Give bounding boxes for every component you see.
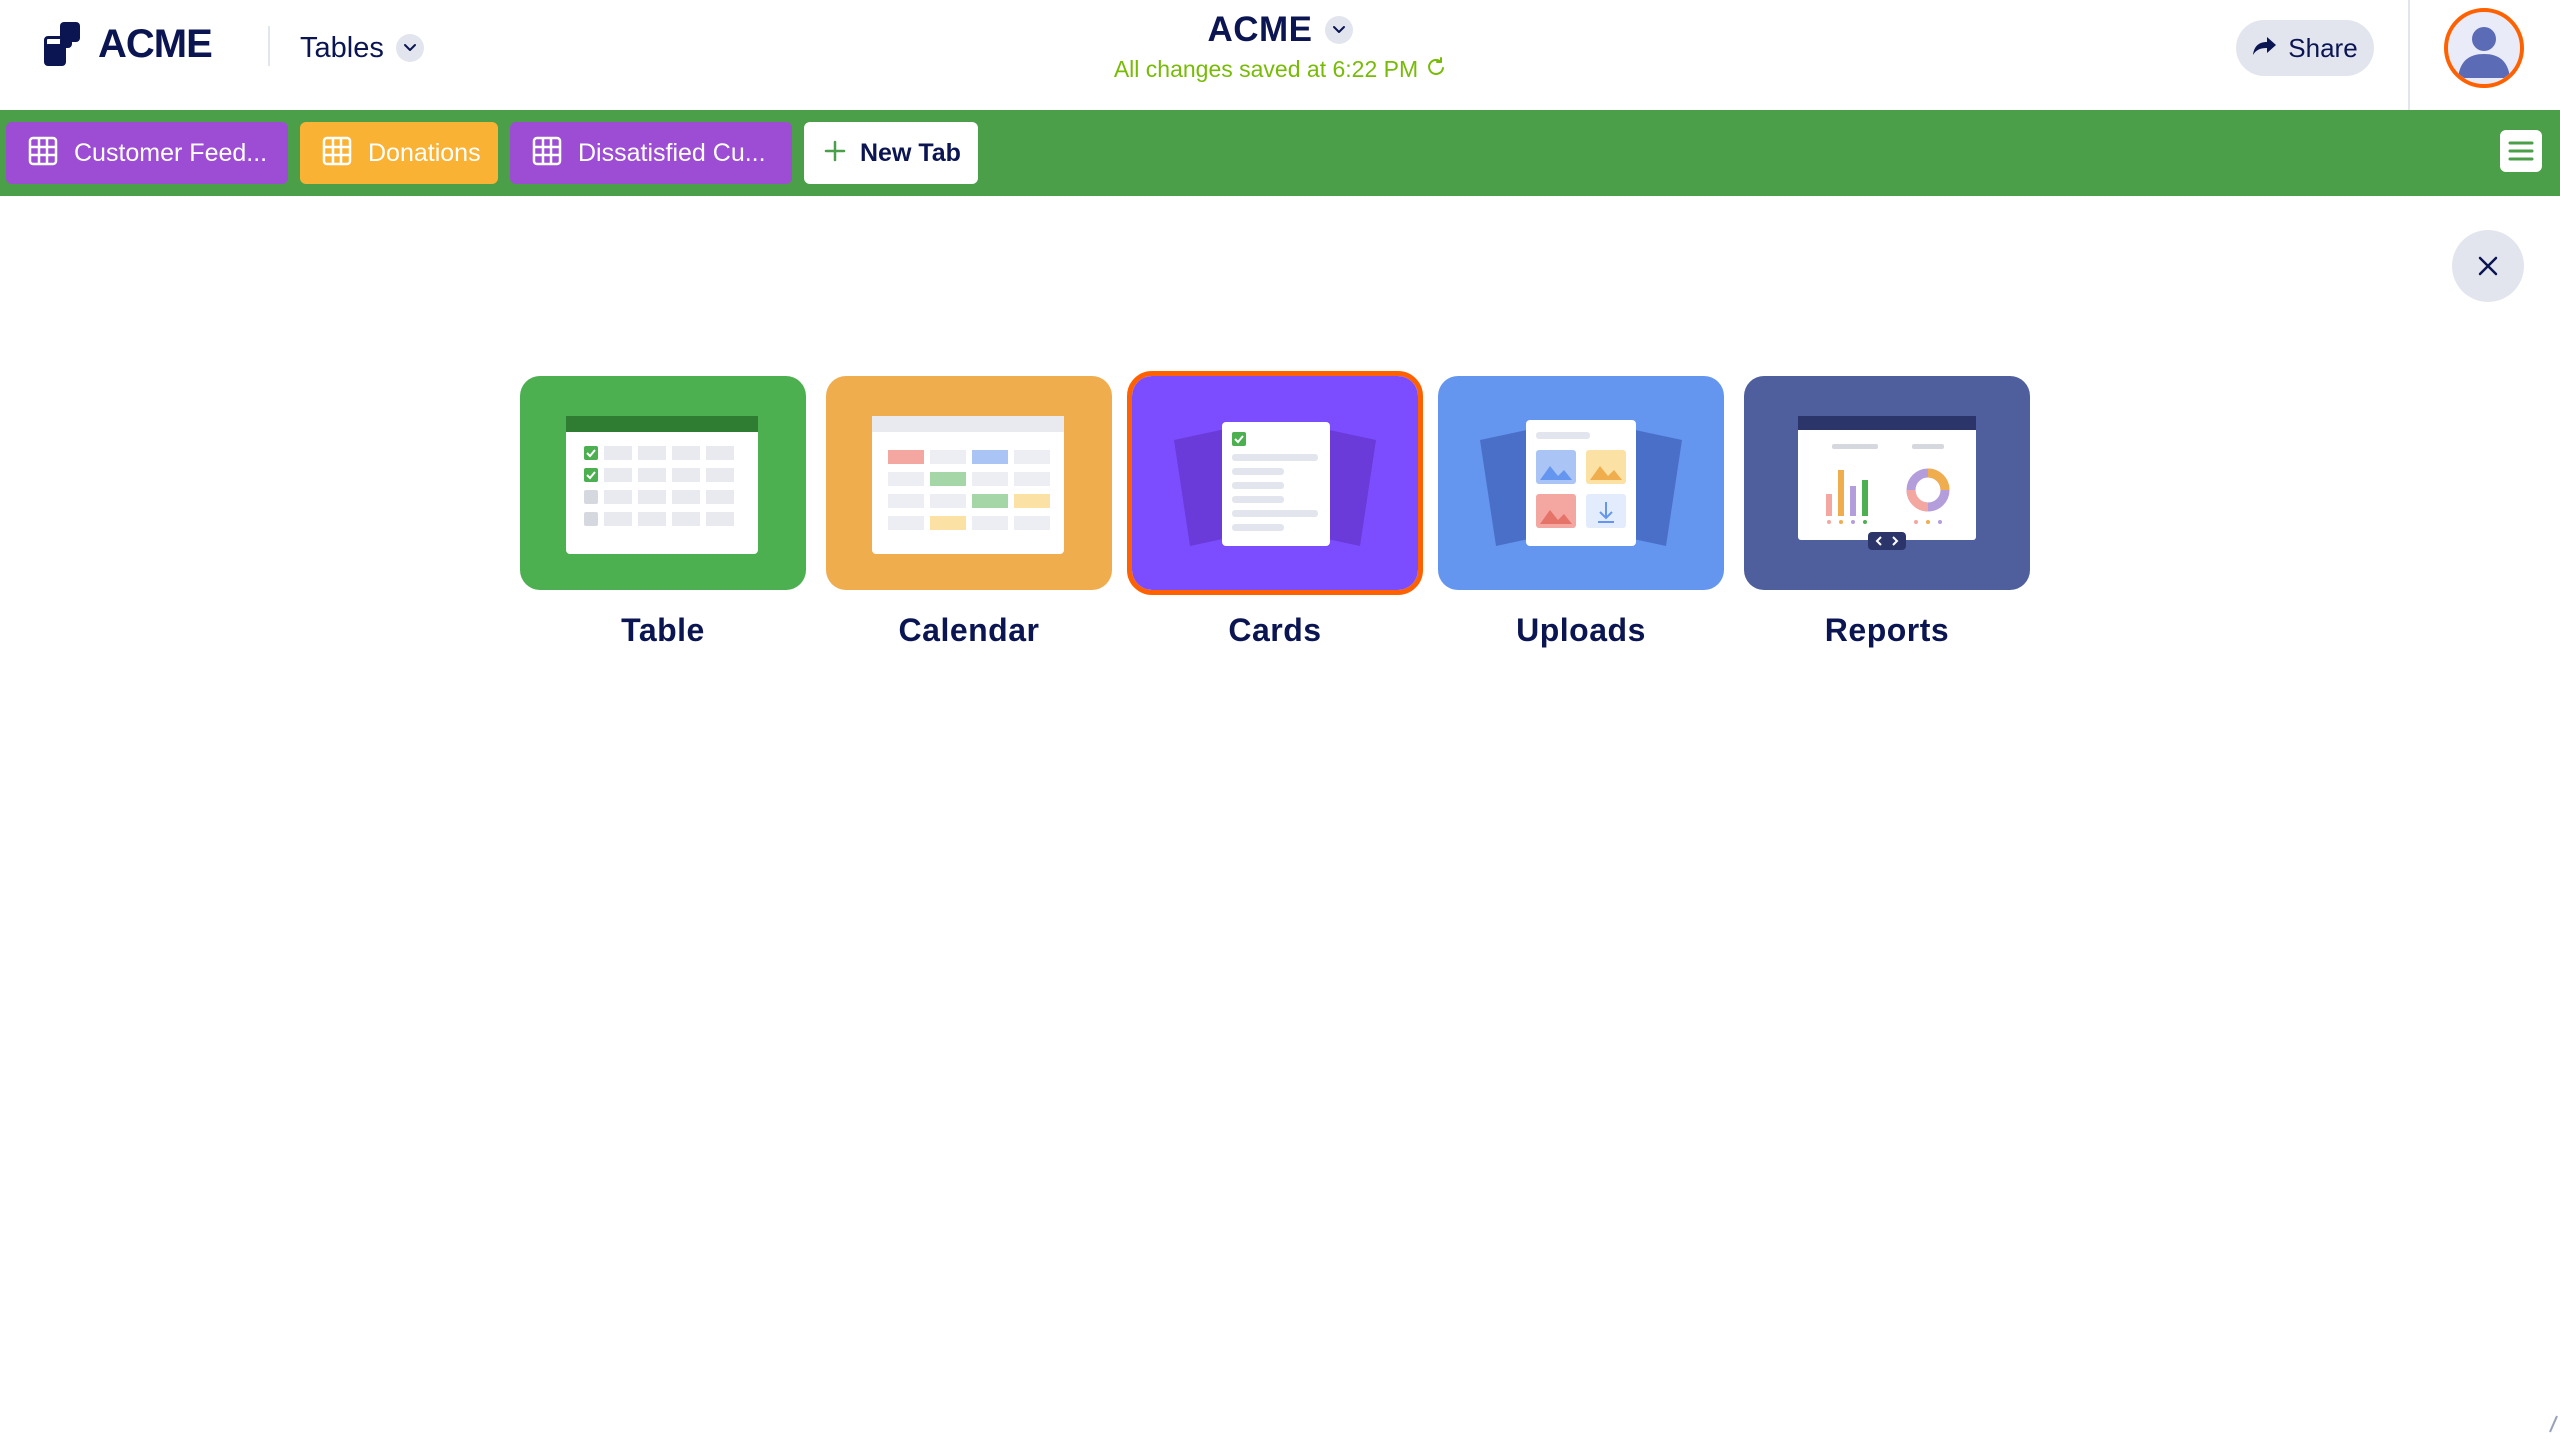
- new-tab-button[interactable]: New Tab: [804, 122, 978, 184]
- user-avatar[interactable]: [2444, 8, 2524, 88]
- product-switcher[interactable]: Tables: [300, 26, 424, 70]
- close-button[interactable]: [2452, 230, 2524, 302]
- document-title-button[interactable]: ACME: [980, 10, 1580, 50]
- view-label: Reports: [1824, 612, 1950, 648]
- share-label: Share: [2288, 32, 2358, 63]
- tab-label: Donations: [368, 138, 481, 167]
- share-arrow-icon: [2252, 35, 2278, 62]
- chevron-down-icon: [1324, 16, 1353, 44]
- reports-illustration-icon: [1798, 416, 1976, 550]
- hamburger-icon: [2508, 141, 2534, 161]
- table-grid-icon: [322, 136, 352, 171]
- table-illustration-icon: [566, 416, 758, 554]
- tab-dissatisfied-customers[interactable]: Dissatisfied Cu...: [510, 122, 792, 184]
- calendar-view-illustration: [826, 376, 1112, 590]
- view-option-reports[interactable]: Reports: [1744, 376, 2030, 649]
- header-separator: [2408, 0, 2410, 110]
- uploads-illustration-icon: [1480, 420, 1682, 546]
- refresh-icon: [1426, 56, 1446, 83]
- cards-illustration-icon: [1174, 422, 1376, 546]
- view-option-cards[interactable]: Cards: [1127, 371, 1423, 649]
- document-title-block: ACME All changes saved at 6:22 PM: [980, 10, 1580, 83]
- view-option-calendar[interactable]: Calendar: [826, 376, 1112, 649]
- plus-icon: [824, 140, 846, 167]
- tab-donations[interactable]: Donations: [300, 122, 498, 184]
- table-grid-icon: [532, 136, 562, 171]
- document-title: ACME: [1207, 10, 1313, 49]
- calendar-illustration-icon: [872, 416, 1064, 554]
- chevron-down-icon: [395, 34, 424, 62]
- view-label: Uploads: [1516, 612, 1646, 648]
- resize-handle[interactable]: [2548, 1410, 2558, 1434]
- acme-logo[interactable]: ACME: [44, 21, 213, 66]
- header-divider: [268, 26, 270, 66]
- tab-label: Dissatisfied Cu...: [578, 138, 766, 167]
- hamburger-menu-button[interactable]: [2500, 130, 2542, 172]
- save-status: All changes saved at 6:22 PM: [980, 56, 1580, 83]
- tab-customer-feedback[interactable]: Customer Feed...: [6, 122, 288, 184]
- cards-view-illustration: [1127, 371, 1423, 595]
- product-label: Tables: [300, 31, 384, 64]
- tab-bar: Customer Feed... Donations Dissatisfied …: [0, 110, 2560, 196]
- table-view-illustration: [520, 376, 806, 590]
- top-header: ACME Tables ACME All changes saved at 6:…: [0, 0, 2560, 110]
- logo-text: ACME: [98, 21, 213, 66]
- close-icon: [2478, 256, 2498, 276]
- reports-view-illustration: [1744, 376, 2030, 590]
- tab-label: Customer Feed...: [74, 138, 268, 167]
- view-option-uploads[interactable]: Uploads: [1438, 376, 1724, 649]
- table-grid-icon: [28, 136, 58, 171]
- view-label: Cards: [1228, 612, 1322, 648]
- view-label: Calendar: [898, 612, 1040, 648]
- new-tab-label: New Tab: [860, 138, 961, 167]
- share-button[interactable]: Share: [2236, 20, 2374, 76]
- save-status-text: All changes saved at 6:22 PM: [1113, 56, 1419, 82]
- uploads-view-illustration: [1438, 376, 1724, 590]
- logo-mark-icon: [44, 22, 88, 66]
- view-label: Table: [621, 612, 705, 648]
- user-icon: [2458, 27, 2510, 78]
- view-option-table[interactable]: Table: [520, 376, 806, 649]
